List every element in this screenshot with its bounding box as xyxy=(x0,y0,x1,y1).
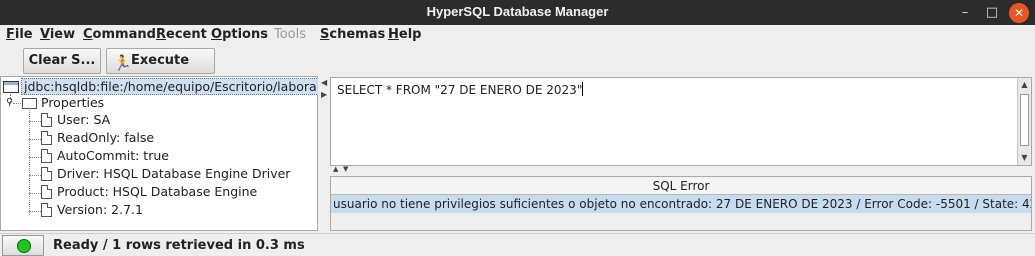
runner-icon: 🏃 xyxy=(113,54,132,72)
tree-item-user[interactable]: User: SA xyxy=(55,111,112,129)
result-column-header[interactable]: SQL Error xyxy=(331,177,1031,195)
clear-sql-button[interactable]: Clear S... xyxy=(23,48,101,74)
maximize-button[interactable]: □ xyxy=(982,3,1002,23)
document-icon xyxy=(41,131,52,145)
scroll-thumb[interactable] xyxy=(1020,94,1029,146)
tree-item-version[interactable]: Version: 2.7.1 xyxy=(55,201,145,219)
document-icon xyxy=(41,149,52,163)
sql-text[interactable]: SELECT * FROM "27 DE ENERO DE 2023" xyxy=(337,82,584,97)
document-icon xyxy=(41,203,52,217)
menu-command[interactable]: Command xyxy=(83,27,156,42)
menu-help[interactable]: Help xyxy=(388,27,421,42)
collapse-up-icon[interactable]: ▲ xyxy=(333,165,338,173)
scroll-down-icon[interactable]: ▼ xyxy=(1018,151,1031,165)
status-led-icon xyxy=(17,239,31,253)
folder-icon xyxy=(22,98,37,109)
document-icon xyxy=(41,167,52,181)
tree-item-product[interactable]: Product: HSQL Database Engine xyxy=(55,183,259,201)
menu-file[interactable]: File xyxy=(6,27,33,42)
result-row[interactable]: usuario no tiene privilegios suficientes… xyxy=(331,195,1031,213)
menu-bar: File View Command Recent Options Tools S… xyxy=(0,25,1035,45)
sql-editor[interactable]: SELECT * FROM "27 DE ENERO DE 2023" ▲ ▼ xyxy=(330,77,1032,166)
execute-sql-button[interactable]: 🏃 Execute SQL xyxy=(106,48,215,92)
collapse-left-icon[interactable]: ◀ xyxy=(321,78,327,87)
menu-options[interactable]: Options xyxy=(211,27,268,42)
scroll-up-icon[interactable]: ▲ xyxy=(1018,78,1031,92)
toolbar: Clear S... 🏃 Execute SQL xyxy=(0,45,1035,92)
result-panel: SQL Error usuario no tiene privilegios s… xyxy=(330,176,1032,231)
tree-item-readonly[interactable]: ReadOnly: false xyxy=(55,129,156,147)
collapse-down-icon[interactable]: ▼ xyxy=(343,165,348,173)
tree-properties[interactable]: Properties xyxy=(39,94,106,112)
menu-schemas[interactable]: Schemas xyxy=(320,27,385,42)
window-title: HyperSQL Database Manager xyxy=(426,4,609,19)
horizontal-splitter[interactable]: ▲ ▼ xyxy=(330,165,1032,176)
connection-tree: jdbc:hsqldb:file:/home/equipo/Escritorio… xyxy=(0,76,351,231)
title-bar: HyperSQL Database Manager – □ ✕ xyxy=(0,0,1035,25)
collapse-right-icon[interactable]: ▶ xyxy=(321,90,327,99)
status-bar: Ready / 1 rows retrieved in 0.3 ms xyxy=(0,233,1035,256)
text-caret xyxy=(582,82,584,96)
tree-item-driver[interactable]: Driver: HSQL Database Engine Driver xyxy=(55,165,292,183)
close-button[interactable]: ✕ xyxy=(1009,3,1029,23)
tree-item-autocommit[interactable]: AutoCommit: true xyxy=(55,147,171,165)
document-icon xyxy=(41,113,52,127)
document-icon xyxy=(41,185,52,199)
status-indicator xyxy=(2,235,44,256)
menu-tools: Tools xyxy=(274,27,307,42)
status-text: Ready / 1 rows retrieved in 0.3 ms xyxy=(53,238,305,253)
database-icon xyxy=(3,81,19,93)
menu-view[interactable]: View xyxy=(40,27,75,42)
minimize-button[interactable]: – xyxy=(955,3,975,23)
menu-recent[interactable]: Recent xyxy=(156,27,207,42)
vertical-splitter[interactable]: ◀ ▶ xyxy=(318,76,330,231)
editor-scrollbar[interactable]: ▲ ▼ xyxy=(1017,78,1031,165)
